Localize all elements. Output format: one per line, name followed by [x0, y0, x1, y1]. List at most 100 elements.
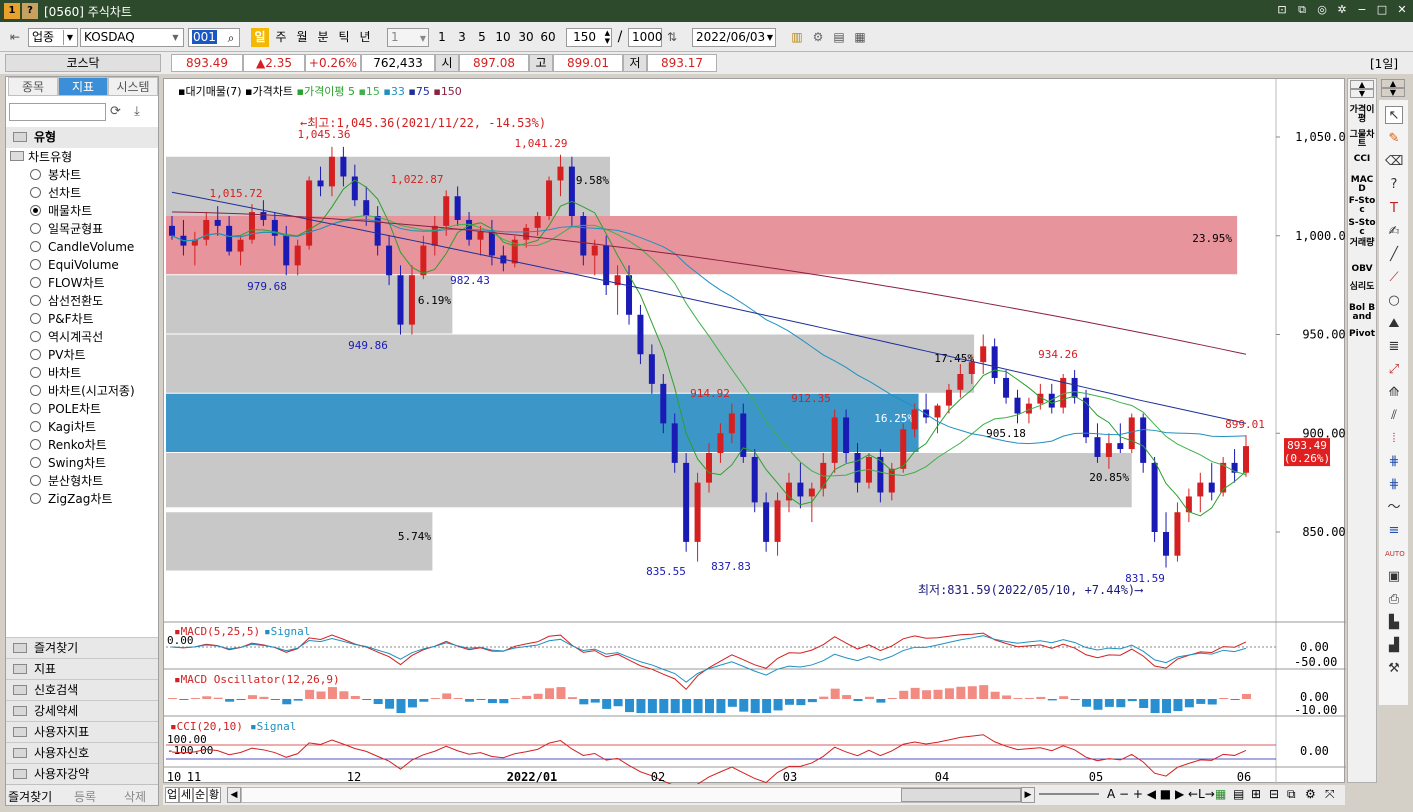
radio-icon[interactable]: [30, 385, 41, 396]
regression-icon[interactable]: ≡: [1385, 522, 1403, 540]
cycle-icon[interactable]: ⦙: [1385, 430, 1403, 448]
reset-icon[interactable]: ⤧: [1325, 787, 1335, 802]
indicator-5[interactable]: S-Stoc: [1348, 219, 1376, 237]
folder-4[interactable]: 사용자지표: [6, 721, 158, 742]
maximize-icon[interactable]: □: [1375, 3, 1389, 17]
shape-icon[interactable]: ⛰: [1385, 315, 1403, 333]
indicator-0[interactable]: 가격이평: [1348, 106, 1376, 124]
chart-type-11[interactable]: 바차트: [30, 364, 81, 382]
chart-type-0[interactable]: 봉차트: [30, 166, 81, 184]
folder-2[interactable]: 신호검색: [6, 679, 158, 700]
chart-type-7[interactable]: 삼선전환도: [30, 292, 103, 310]
export-icon[interactable]: ⧉: [1287, 787, 1296, 802]
indicator-2[interactable]: CCI: [1348, 155, 1376, 164]
radio-icon[interactable]: [30, 331, 41, 342]
indicator-8[interactable]: 심리도: [1348, 283, 1376, 292]
tab-status[interactable]: 황: [207, 787, 221, 803]
indicator-9[interactable]: Bol Band: [1348, 304, 1376, 322]
minimize-icon[interactable]: −: [1355, 3, 1369, 17]
folder-1[interactable]: 지표: [6, 658, 158, 679]
scrollbar-thumb[interactable]: [901, 788, 1021, 802]
radio-icon[interactable]: [30, 349, 41, 360]
link-icon[interactable]: ⧉: [1295, 3, 1309, 17]
interval-select[interactable]: 1 ▼: [387, 28, 429, 47]
tool-down-icon[interactable]: ▼: [1381, 88, 1405, 97]
indicator-7[interactable]: OBV: [1348, 265, 1376, 274]
total-input[interactable]: 1000: [628, 28, 663, 47]
indicator-1[interactable]: 그물차트: [1348, 131, 1376, 149]
gann-icon[interactable]: ⤢: [1385, 361, 1403, 379]
date-picker[interactable]: 2022/06/03 ▼: [692, 28, 776, 47]
period-month[interactable]: 월: [293, 28, 311, 47]
tree-parent[interactable]: 차트유형: [10, 148, 72, 166]
settings-icon[interactable]: ⚙: [1305, 787, 1316, 801]
app-icon[interactable]: 1: [4, 3, 20, 19]
radio-icon[interactable]: [30, 223, 41, 234]
quick-60[interactable]: 60: [538, 28, 558, 47]
close-icon[interactable]: ✕: [1395, 3, 1409, 17]
text-tool-icon[interactable]: T: [1385, 200, 1403, 218]
updown-icon[interactable]: ⇅: [664, 28, 680, 47]
radio-icon[interactable]: [30, 169, 41, 180]
chart-type-16[interactable]: Swing차트: [30, 454, 106, 472]
category-select[interactable]: 업종 ▼: [28, 28, 78, 47]
radio-icon[interactable]: [30, 367, 41, 378]
chart-type-3[interactable]: 일목균형표: [30, 220, 103, 238]
search-icon[interactable]: ⌕: [222, 29, 240, 48]
tab-indicator[interactable]: 지표: [58, 77, 108, 96]
radio-icon[interactable]: [30, 241, 41, 252]
help-icon[interactable]: ?: [22, 3, 38, 19]
radio-icon[interactable]: [30, 475, 41, 486]
quick-1[interactable]: 1: [434, 28, 450, 47]
tab-sector[interactable]: 업: [165, 787, 179, 803]
eraser-icon[interactable]: ✎: [1385, 130, 1403, 148]
period-tick[interactable]: 틱: [335, 28, 353, 47]
chart-type-17[interactable]: 분산형차트: [30, 472, 103, 490]
zoom-slider[interactable]: [1039, 793, 1099, 795]
chevron-down-icon[interactable]: ▼: [63, 30, 76, 45]
layout-icon[interactable]: ⊞: [1251, 787, 1261, 801]
help-icon[interactable]: ?: [1385, 176, 1403, 194]
split-icon[interactable]: ⊟: [1269, 787, 1279, 801]
indicator-4[interactable]: F-Stoc: [1348, 197, 1376, 215]
delete-drawing-icon[interactable]: ⌫: [1385, 153, 1403, 171]
scroll-up-icon[interactable]: ▲: [1350, 80, 1374, 89]
fan-icon[interactable]: ⟰: [1385, 384, 1403, 402]
quick-10[interactable]: 10: [493, 28, 513, 47]
brush-icon[interactable]: ✍: [1385, 223, 1403, 241]
tab-stock[interactable]: 종목: [8, 77, 58, 96]
chart-type-14[interactable]: Kagi차트: [30, 418, 96, 436]
cursor-icon[interactable]: ↖: [1385, 106, 1403, 124]
trendline-icon[interactable]: ╱: [1385, 246, 1403, 264]
wave-icon[interactable]: 〜: [1385, 499, 1403, 517]
tab-detail[interactable]: 세: [179, 787, 193, 803]
radio-icon[interactable]: [30, 421, 41, 432]
tab-favorites[interactable]: 즐겨찾기: [8, 788, 52, 805]
period-minute[interactable]: 분: [314, 28, 332, 47]
folder-5[interactable]: 사용자신호: [6, 742, 158, 763]
scroll-right-icon[interactable]: ▶: [1021, 787, 1035, 803]
quick-5[interactable]: 5: [474, 28, 490, 47]
period-day[interactable]: 일: [251, 28, 269, 47]
radio-icon[interactable]: [30, 187, 41, 198]
period-week[interactable]: 주: [272, 28, 290, 47]
radio-icon[interactable]: [30, 493, 41, 504]
excel-icon[interactable]: ▦: [1215, 787, 1226, 801]
channel-icon[interactable]: ⫽: [1385, 407, 1403, 425]
chart-type-4[interactable]: CandleVolume: [30, 238, 134, 256]
ray-icon[interactable]: ⟋: [1385, 269, 1403, 287]
spin-icon[interactable]: ▲ ▼: [605, 29, 610, 45]
pitchfork-icon[interactable]: ⋕: [1385, 453, 1403, 471]
scroll-down-icon[interactable]: ▼: [1350, 89, 1374, 98]
scroll-left-icon[interactable]: ◀: [227, 787, 241, 803]
quick-3[interactable]: 3: [454, 28, 470, 47]
chart-type-15[interactable]: Renko차트: [30, 436, 107, 454]
folder-6[interactable]: 사용자강약: [6, 763, 158, 784]
compare-icon[interactable]: ▟: [1385, 637, 1403, 655]
group-title[interactable]: 유형: [6, 127, 158, 148]
chart-type-12[interactable]: 바차트(시고저종): [30, 382, 135, 400]
chart-type-18[interactable]: ZigZag차트: [30, 490, 112, 508]
auto-icon[interactable]: AUTO: [1385, 545, 1405, 563]
gear-icon[interactable]: ⚙: [809, 28, 827, 47]
chart-type-9[interactable]: 역시계곡선: [30, 328, 103, 346]
